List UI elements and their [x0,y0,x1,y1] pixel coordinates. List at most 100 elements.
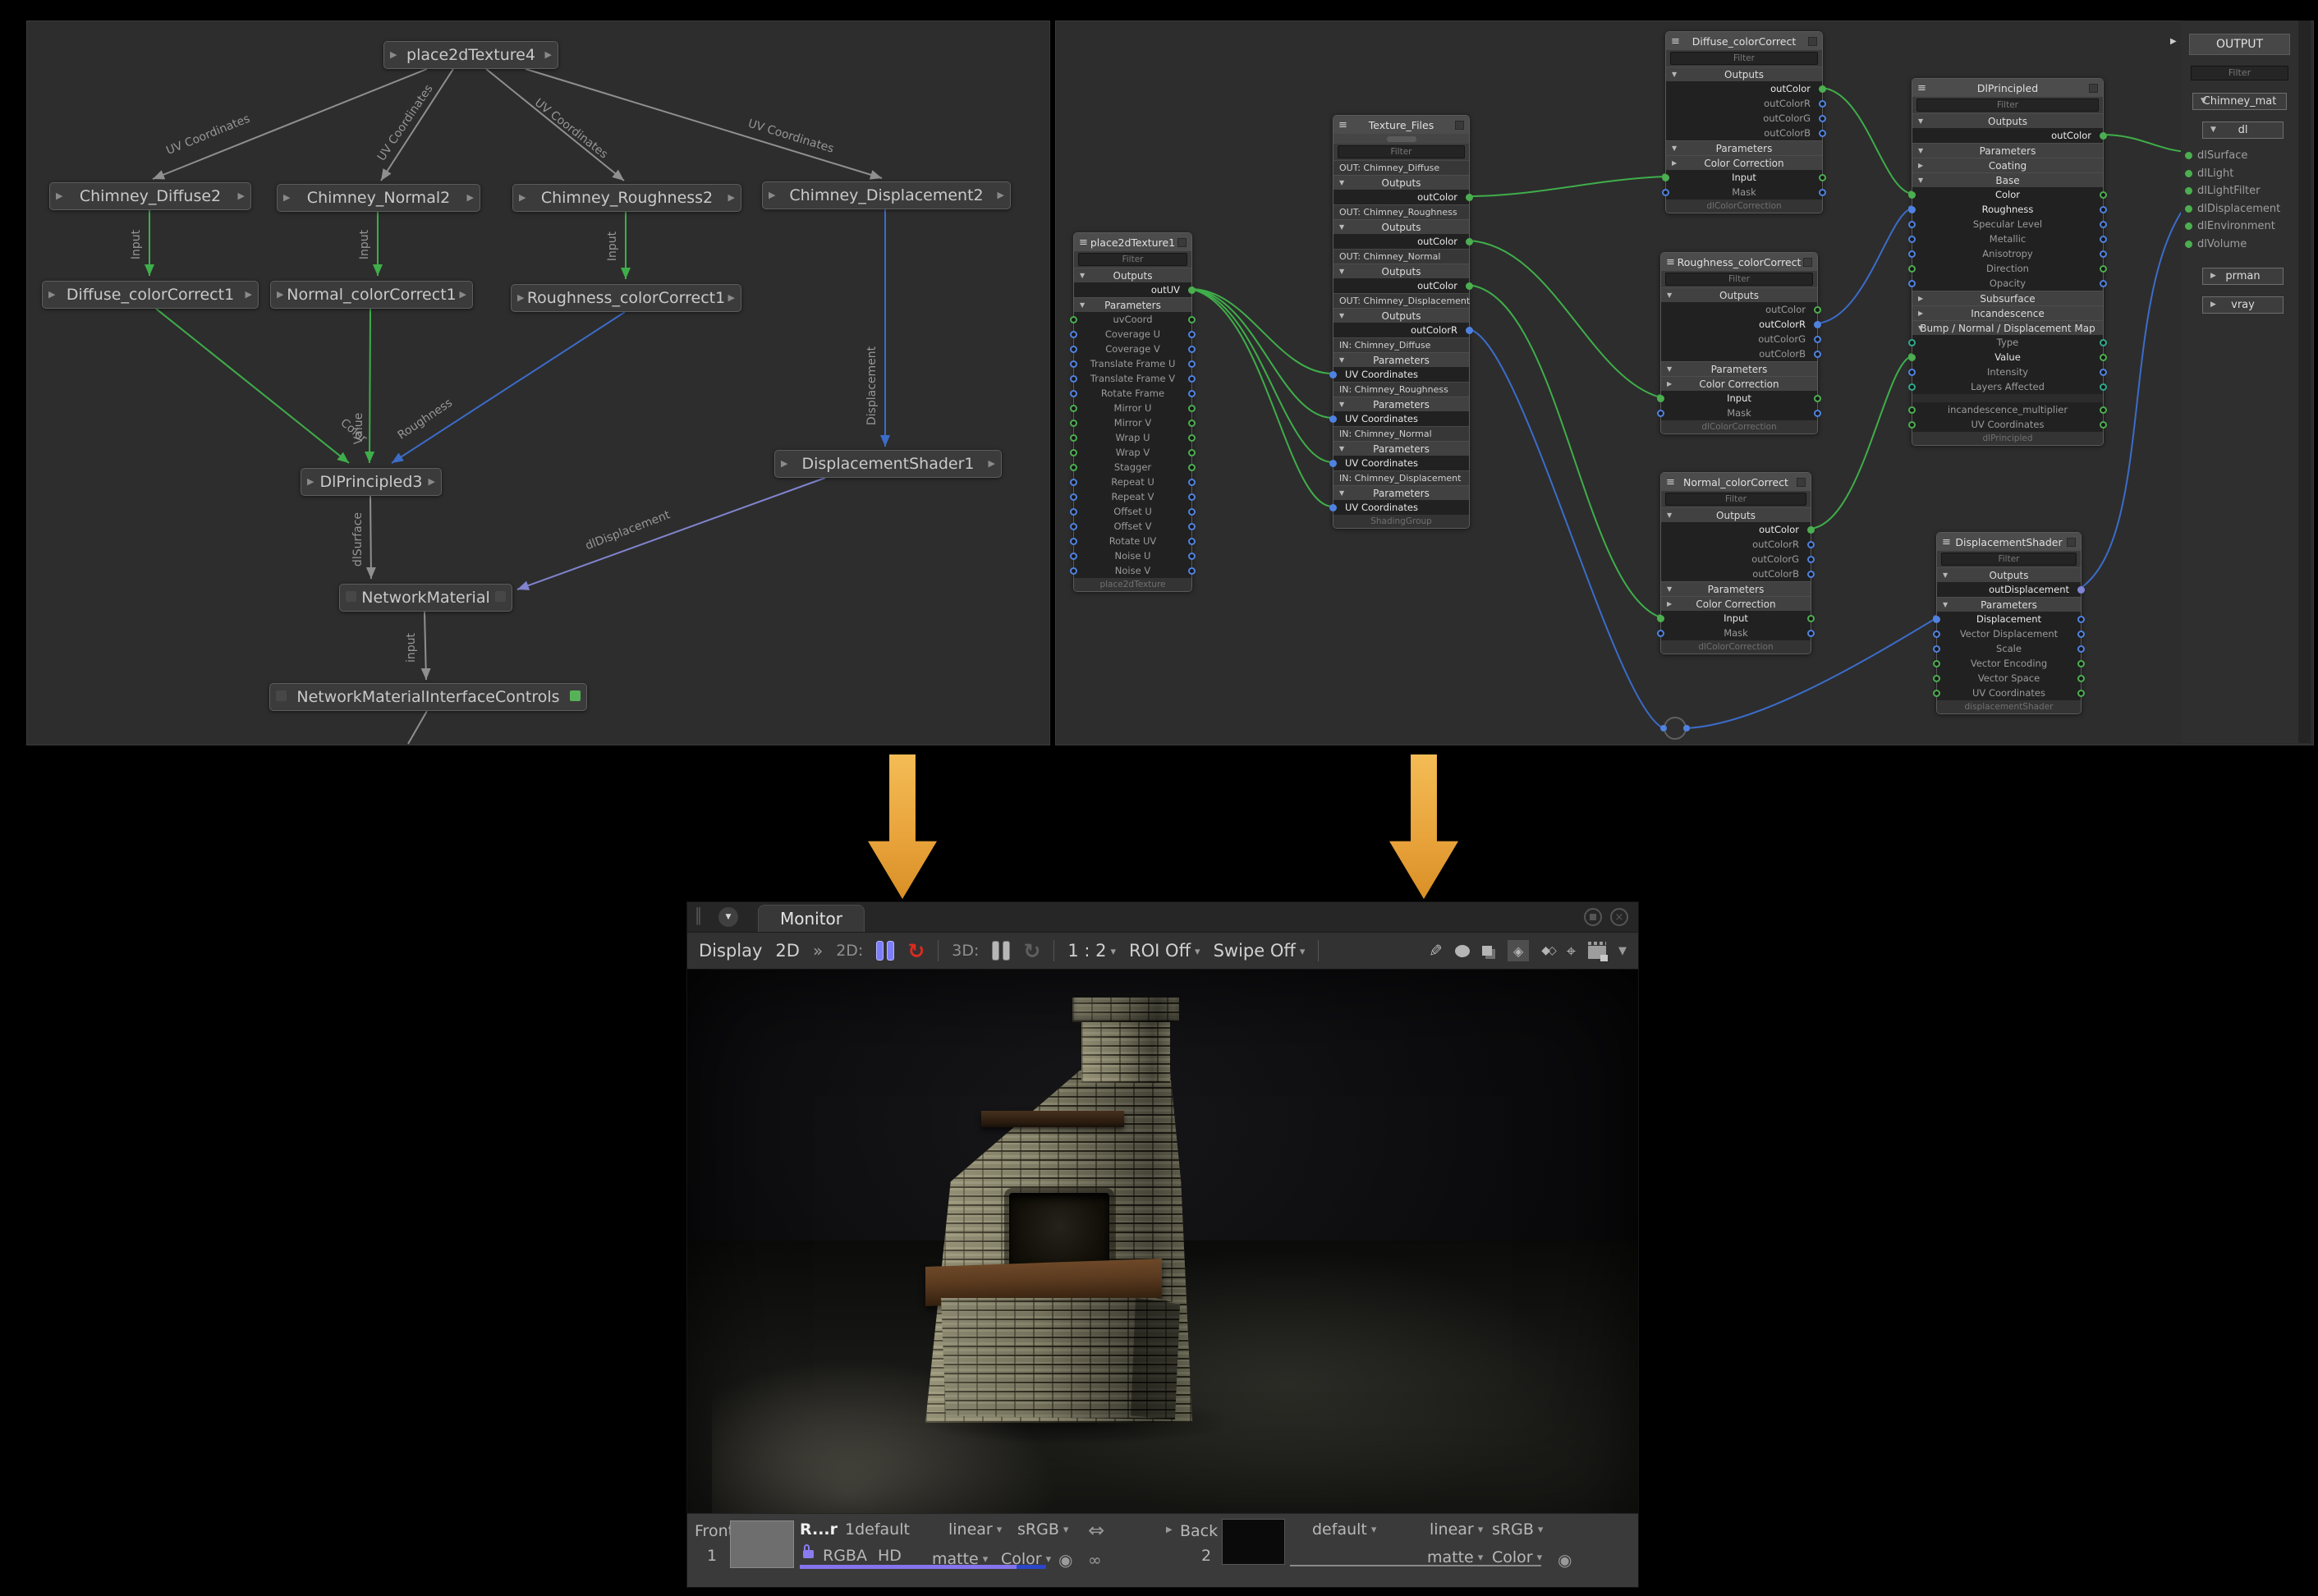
node-row[interactable]: Filter [1937,551,2081,567]
node-row[interactable]: dlColorCorrection [1661,640,1811,654]
port-dot-left[interactable] [1329,371,1337,378]
port-dot-left[interactable] [1908,236,1916,243]
port-dot-right[interactable] [2100,191,2107,199]
menu-icon[interactable]: ≡ [1666,256,1675,268]
node-row[interactable]: Mirror U [1074,401,1191,415]
port-dot-right[interactable] [1814,395,1821,402]
node-header[interactable]: ≡ Diffuse_colorCorrect [1666,32,1822,50]
output-row[interactable]: Chimney_mat [2192,93,2287,110]
node-row[interactable]: Input [1661,391,1817,406]
port-dot-left[interactable] [1070,420,1077,427]
port-dot-left[interactable] [1070,360,1077,368]
port-dot-left[interactable] [1070,523,1077,530]
port-dot-right[interactable] [2077,631,2085,638]
node-row[interactable]: Vector Displacement [1937,626,2081,641]
port-dot-left[interactable] [1908,250,1916,258]
port-dot-left[interactable] [1070,538,1077,545]
port-dot-left[interactable] [1070,464,1077,471]
port-dot-right[interactable] [1807,526,1815,534]
port-dot-left[interactable] [1933,660,1940,667]
port-dot-right[interactable] [1807,541,1815,548]
node-header[interactable]: ≡ Roughness_colorCorrect [1661,253,1817,271]
node-row[interactable]: Outputs [1661,507,1811,522]
output-row[interactable]: dlLight [2181,165,2298,183]
duplicate-icon[interactable] [1482,946,1492,956]
node-row[interactable]: Coverage U [1074,327,1191,342]
node-row[interactable]: Translate Frame V [1074,371,1191,386]
output-row[interactable]: prman [2202,268,2284,285]
port-dot-left[interactable] [1657,395,1664,402]
node-row[interactable]: Outputs [1333,175,1469,190]
maximize-icon[interactable] [1584,908,1602,926]
output-row[interactable]: vray [2202,296,2284,314]
back-expand-icon[interactable]: ▶ [1166,1525,1173,1534]
node-row[interactable]: OUT: Chimney_Normal [1333,249,1469,264]
output-row[interactable]: dlLightFilter [2181,182,2298,200]
port-dot-right[interactable] [1188,346,1196,353]
node-row[interactable]: Rotate UV [1074,534,1191,548]
port-dot-left[interactable] [1933,675,1940,682]
port-dot-right[interactable] [1819,115,1826,122]
output-row[interactable]: dlDisplacement [2181,200,2298,218]
port-dot-left[interactable] [1657,615,1664,622]
node-row[interactable]: UV Coordinates [1937,686,2081,700]
hypershade-graph-panel[interactable] [26,21,1050,745]
port-dot-right[interactable] [1188,567,1196,575]
port-dot-right[interactable] [1814,351,1821,358]
node-row[interactable]: outColorB [1661,566,1811,581]
port-dot-right[interactable] [2077,690,2085,697]
graph-node[interactable]: Chimney_Roughness2 [512,184,741,212]
node-row[interactable]: outColorG [1666,111,1822,126]
node-row[interactable]: Outputs [1666,66,1822,81]
node-row[interactable]: Offset V [1074,519,1191,534]
node-row[interactable]: Mirror V [1074,415,1191,430]
graph-node[interactable]: Roughness_colorCorrect1 [511,284,741,312]
node-row[interactable]: Filter [1661,491,1811,507]
node-row[interactable]: Bump / Normal / Displacement Map [1912,320,2103,335]
node-row[interactable]: Coating [1912,158,2103,172]
port-dot-right[interactable] [1188,538,1196,545]
port-dot-right[interactable] [1807,571,1815,578]
node-row[interactable]: dlPrincipled [1912,432,2103,445]
port-dot-right[interactable] [2077,660,2085,667]
render-pass[interactable]: 1default [845,1520,910,1539]
node-row[interactable]: Outputs [1912,113,2103,128]
render-update-back-icon[interactable]: ◉ [1558,1550,1572,1570]
node-row[interactable]: Outputs [1661,287,1817,302]
port-dot-left[interactable] [1070,405,1077,412]
node-row[interactable]: Color [1912,187,2103,202]
output-row[interactable]: dlVolume [2181,236,2298,254]
port-dot-right[interactable] [2100,250,2107,258]
port-dot-right[interactable] [2077,645,2085,653]
node-row[interactable]: Repeat U [1074,475,1191,489]
port-dot-left[interactable] [1657,630,1664,637]
graph-node[interactable]: Diffuse_colorCorrect1 [42,281,259,309]
port-dot-left[interactable] [1908,221,1916,228]
node-state-box-icon[interactable] [1455,121,1464,130]
locate-icon[interactable]: ⌖ [1567,942,1576,959]
port-dot-right[interactable] [2077,616,2085,623]
node-row[interactable]: Intensity [1912,365,2103,379]
node-row[interactable]: Vector Space [1937,671,2081,686]
port-dot-right[interactable] [1188,479,1196,486]
port-dot-left[interactable] [1657,410,1664,417]
port-dot-left[interactable] [1070,479,1077,486]
warp-icon[interactable]: ◈ [1508,940,1529,961]
node-state-box-icon[interactable] [1808,37,1817,46]
port-dot-left[interactable] [2185,241,2192,248]
node-row[interactable] [1333,134,1469,144]
port-dot-right[interactable] [1188,464,1196,471]
node-row[interactable]: Displacement [1937,612,2081,626]
menu-icon[interactable]: ≡ [1079,236,1088,249]
node-normal-colorcorrect[interactable]: ≡ Normal_colorCorrect Filter Outputs [1660,472,1811,654]
node-row[interactable]: Rotate Frame [1074,386,1191,401]
node-row[interactable]: Offset U [1074,504,1191,519]
graph-node[interactable]: Chimney_Normal2 [277,184,480,212]
comment-icon[interactable] [1455,945,1470,957]
node-row[interactable]: outColor [1912,128,2103,143]
node-row[interactable]: outColor [1666,81,1822,96]
node-row[interactable]: Parameters [1074,297,1191,312]
menu-icon[interactable]: ≡ [1671,35,1680,48]
node-row[interactable]: Direction [1912,261,2103,276]
pause-2d-icon[interactable] [876,941,894,961]
